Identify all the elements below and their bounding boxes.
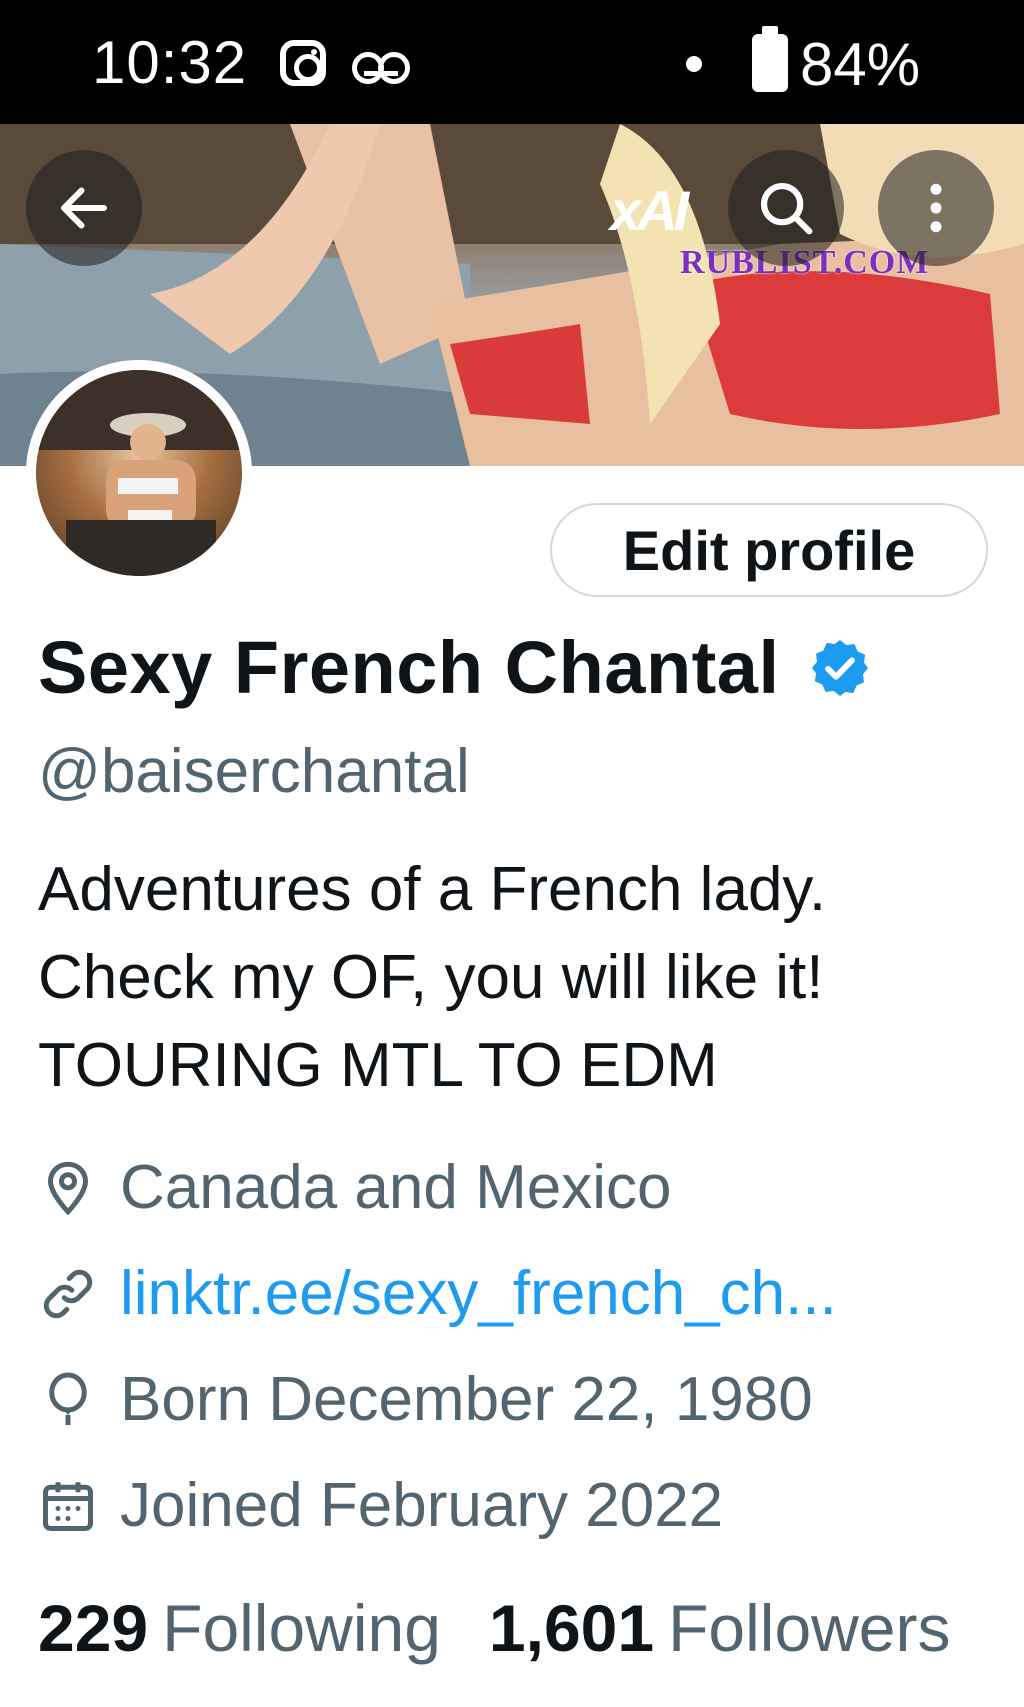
calendar-icon bbox=[43, 1481, 93, 1531]
profile-joined: Joined February 2022 bbox=[38, 1470, 723, 1541]
birthdate-text: Born December 22, 1980 bbox=[120, 1365, 813, 1434]
grok-logo[interactable]: xAI bbox=[610, 178, 689, 243]
profile-birthdate: Born December 22, 1980 bbox=[38, 1364, 813, 1435]
profile-location: Canada and Mexico bbox=[38, 1152, 671, 1223]
search-icon bbox=[760, 182, 813, 235]
search-button[interactable] bbox=[728, 150, 844, 266]
back-button[interactable] bbox=[26, 150, 142, 266]
following-label[interactable]: Following bbox=[162, 1590, 441, 1666]
link-icon bbox=[43, 1269, 93, 1318]
profile-name-row: Sexy French Chantal bbox=[38, 625, 872, 710]
follow-stats: 229 Following 1,601 Followers bbox=[38, 1590, 999, 1666]
more-vertical-icon bbox=[930, 183, 942, 233]
avatar-image bbox=[36, 370, 242, 576]
instagram-icon bbox=[280, 40, 326, 86]
status-time: 10:32 bbox=[92, 29, 248, 96]
notification-dot-icon bbox=[686, 56, 702, 72]
followers-label[interactable]: Followers bbox=[668, 1590, 950, 1666]
arrow-left-icon bbox=[61, 187, 107, 229]
website-link[interactable]: linktr.ee/sexy_french_ch... bbox=[120, 1258, 837, 1329]
followers-count[interactable]: 1,601 bbox=[489, 1590, 654, 1666]
balloon-icon bbox=[49, 1372, 87, 1425]
bio-line: Adventures of a French lady. bbox=[38, 855, 827, 924]
bio-line: TOURING MTL TO EDM bbox=[38, 1031, 718, 1100]
joined-text: Joined February 2022 bbox=[120, 1471, 724, 1540]
more-options-button[interactable] bbox=[878, 150, 994, 266]
location-text: Canada and Mexico bbox=[120, 1153, 672, 1222]
battery-icon bbox=[752, 26, 788, 92]
status-bar: 10:32 84% bbox=[0, 0, 1024, 124]
profile-website[interactable]: linktr.ee/sexy_french_ch... bbox=[38, 1258, 837, 1329]
verified-badge-icon[interactable] bbox=[808, 636, 872, 700]
location-pin-icon bbox=[47, 1161, 89, 1215]
following-count[interactable]: 229 bbox=[38, 1590, 148, 1666]
edit-profile-button[interactable]: Edit profile bbox=[550, 503, 988, 597]
display-name: Sexy French Chantal bbox=[38, 626, 780, 709]
profile-bio: Adventures of a French lady. Check my OF… bbox=[38, 846, 826, 1110]
profile-handle: @baiserchantal bbox=[38, 737, 470, 806]
bio-line: Check my OF, you will like it! bbox=[38, 943, 824, 1012]
battery-percentage: 84% bbox=[800, 31, 921, 98]
voicemail-icon bbox=[352, 52, 410, 84]
avatar[interactable] bbox=[26, 360, 252, 586]
